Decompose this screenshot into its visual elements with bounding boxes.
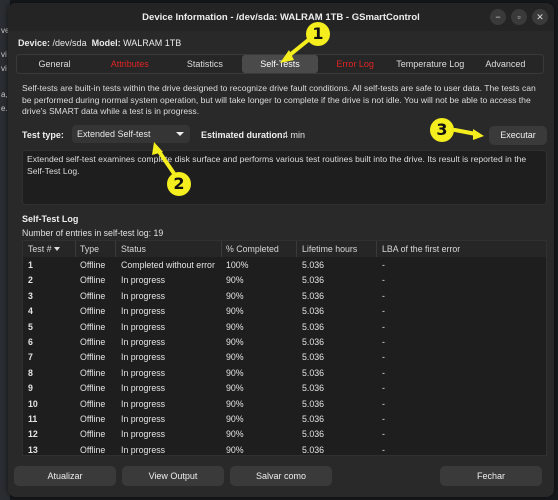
annotation-badge-2: 2 [167,172,191,196]
annotation-badge-1: 1 [306,22,330,46]
annotation-overlay [152,35,484,177]
annotation-arrowhead-3 [473,129,484,140]
annotation-badge-3: 3 [430,118,454,142]
annotation-arrow-3 [453,128,478,136]
annotation-arrow-2 [156,148,177,177]
